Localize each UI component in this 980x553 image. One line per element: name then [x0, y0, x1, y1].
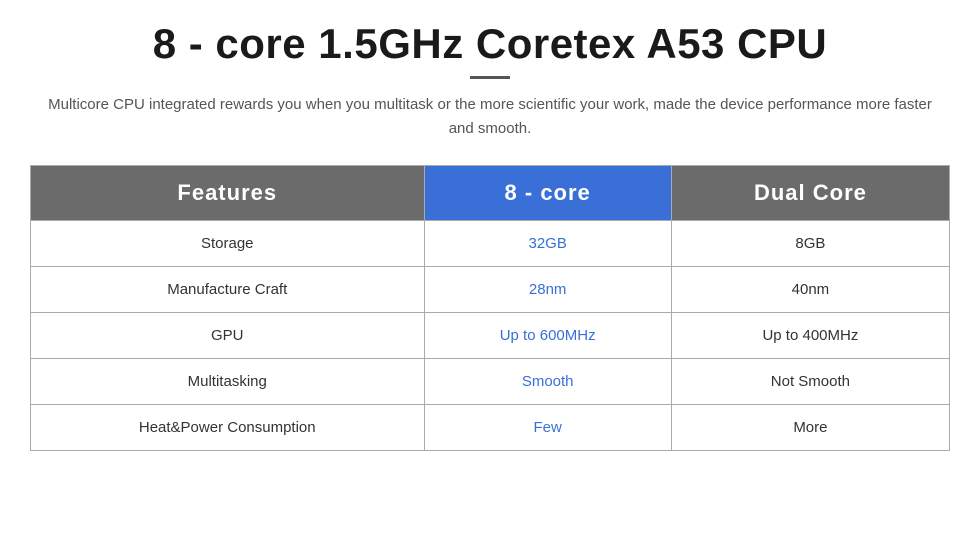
feature-label: Multitasking	[31, 359, 425, 405]
subtitle: Multicore CPU integrated rewards you whe…	[40, 93, 940, 141]
header-dualcore: Dual Core	[671, 166, 949, 221]
header-features: Features	[31, 166, 425, 221]
table-row: GPUUp to 600MHzUp to 400MHz	[31, 313, 950, 359]
table-row: Manufacture Craft28nm40nm	[31, 267, 950, 313]
table-row: MultitaskingSmoothNot Smooth	[31, 359, 950, 405]
value-dualcore: 40nm	[671, 267, 949, 313]
value-dualcore: Not Smooth	[671, 359, 949, 405]
feature-label: Heat&Power Consumption	[31, 405, 425, 451]
value-dualcore: Up to 400MHz	[671, 313, 949, 359]
feature-label: GPU	[31, 313, 425, 359]
comparison-table: Features 8 - core Dual Core Storage32GB8…	[30, 165, 950, 451]
table-row: Heat&Power ConsumptionFewMore	[31, 405, 950, 451]
table-header-row: Features 8 - core Dual Core	[31, 166, 950, 221]
value-8core: 28nm	[424, 267, 671, 313]
page-title: 8 - core 1.5GHz Coretex A53 CPU	[153, 20, 828, 68]
value-8core: Smooth	[424, 359, 671, 405]
value-dualcore: More	[671, 405, 949, 451]
value-8core: 32GB	[424, 221, 671, 267]
table-row: Storage32GB8GB	[31, 221, 950, 267]
feature-label: Storage	[31, 221, 425, 267]
value-8core: Up to 600MHz	[424, 313, 671, 359]
header-8core: 8 - core	[424, 166, 671, 221]
value-dualcore: 8GB	[671, 221, 949, 267]
title-divider	[470, 76, 510, 79]
value-8core: Few	[424, 405, 671, 451]
feature-label: Manufacture Craft	[31, 267, 425, 313]
